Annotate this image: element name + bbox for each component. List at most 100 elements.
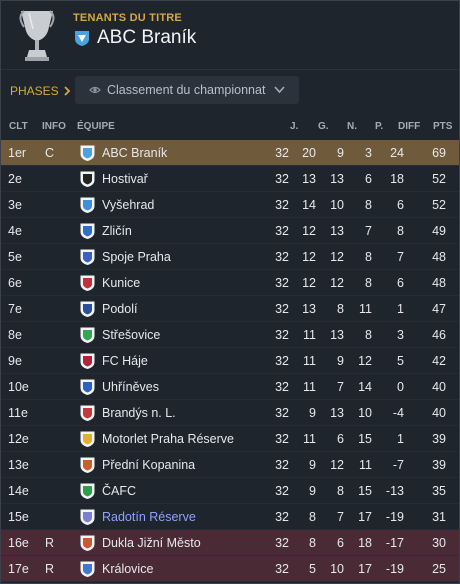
- stage-dropdown[interactable]: Classement du championnat: [75, 76, 299, 104]
- row-team-name[interactable]: Podolí: [102, 302, 137, 316]
- row-position: 7e: [8, 302, 22, 316]
- col-pos[interactable]: CLT: [9, 121, 28, 132]
- row-team-name[interactable]: Zličín: [102, 224, 132, 238]
- row-position: 16e: [8, 536, 29, 550]
- row-team-name[interactable]: ABC Braník: [102, 146, 167, 160]
- table-row[interactable]: 8e Střešovice 32 11 13 8 3 46: [1, 322, 459, 348]
- row-drawn: 12: [330, 458, 344, 472]
- row-pts: 49: [432, 224, 446, 238]
- table-row[interactable]: 2e Hostivař 32 13 13 6 18 52: [1, 166, 459, 192]
- row-position: 6e: [8, 276, 22, 290]
- row-drawn: 6: [337, 432, 344, 446]
- row-diff: 6: [397, 198, 404, 212]
- table-row[interactable]: 3e Vyšehrad 32 14 10 8 6 52: [1, 192, 459, 218]
- row-played: 32: [275, 432, 289, 446]
- row-lost: 10: [358, 406, 372, 420]
- col-played[interactable]: J.: [290, 121, 298, 132]
- row-team-name[interactable]: Kunice: [102, 276, 140, 290]
- row-team-name[interactable]: ČAFC: [102, 484, 136, 498]
- team-crest-icon: [80, 561, 95, 577]
- row-won: 11: [303, 328, 316, 342]
- col-diff[interactable]: DIFF: [398, 121, 420, 132]
- table-row[interactable]: 13e Přední Kopanina 32 9 12 11 -7 39: [1, 452, 459, 478]
- row-info: R: [45, 536, 55, 550]
- table-row[interactable]: 16e R Dukla Jižní Město 32 8 6 18 -17 30: [1, 530, 459, 556]
- row-team-name[interactable]: Královice: [102, 562, 153, 576]
- table-row[interactable]: 11e Brandýs n. L. 32 9 13 10 -4 40: [1, 400, 459, 426]
- table-row[interactable]: 1er C ABC Braník 32 20 9 3 24 69: [1, 140, 459, 166]
- table-row[interactable]: 12e Motorlet Praha Réserve 32 11 6 15 1 39: [1, 426, 459, 452]
- row-drawn: 13: [330, 224, 344, 238]
- row-team-name[interactable]: Motorlet Praha Réserve: [102, 432, 234, 446]
- row-diff: 8: [397, 224, 404, 238]
- table-row[interactable]: 14e ČAFC 32 9 8 15 -13 35: [1, 478, 459, 504]
- team-crest-icon: [80, 275, 95, 291]
- row-drawn: 13: [330, 172, 344, 186]
- table-row[interactable]: 17e R Královice 32 5 10 17 -19 25: [1, 556, 459, 582]
- row-drawn: 9: [337, 354, 344, 368]
- toolbar: PHASES Classement du championnat: [1, 69, 459, 109]
- row-team-name[interactable]: Brandýs n. L.: [102, 406, 176, 420]
- row-team-name[interactable]: Hostivař: [102, 172, 148, 186]
- row-lost: 11: [359, 302, 372, 316]
- row-played: 32: [275, 198, 289, 212]
- row-drawn: 12: [330, 250, 344, 264]
- row-team-name[interactable]: Uhříněves: [102, 380, 159, 394]
- row-team-name[interactable]: Střešovice: [102, 328, 160, 342]
- col-info[interactable]: INFO: [42, 121, 66, 132]
- col-won[interactable]: G.: [318, 121, 329, 132]
- col-lost[interactable]: P.: [375, 121, 383, 132]
- team-crest-icon: [80, 301, 95, 317]
- row-info: C: [45, 146, 55, 160]
- row-pts: 30: [432, 536, 446, 550]
- table-row[interactable]: 5e Spoje Praha 32 12 12 8 7 48: [1, 244, 459, 270]
- row-lost: 15: [358, 484, 372, 498]
- row-played: 32: [275, 250, 289, 264]
- row-lost: 17: [358, 562, 372, 576]
- row-position: 2e: [8, 172, 22, 186]
- team-crest-icon: [80, 353, 95, 369]
- table-row[interactable]: 4e Zličín 32 12 13 7 8 49: [1, 218, 459, 244]
- row-lost: 18: [358, 536, 372, 550]
- row-position: 8e: [8, 328, 22, 342]
- row-team-name[interactable]: Dukla Jižní Město: [102, 536, 201, 550]
- row-drawn: 7: [337, 510, 344, 524]
- row-diff: -4: [392, 406, 404, 420]
- row-diff: 1: [397, 302, 404, 316]
- row-lost: 14: [358, 380, 372, 394]
- table-row[interactable]: 15e Radotín Réserve 32 8 7 17 -19 31: [1, 504, 459, 530]
- row-played: 32: [275, 146, 289, 160]
- row-team-name[interactable]: FC Háje: [102, 354, 148, 368]
- table-row[interactable]: 10e Uhříněves 32 11 7 14 0 40: [1, 374, 459, 400]
- row-team-name[interactable]: Vyšehrad: [102, 198, 154, 212]
- row-won: 12: [302, 250, 316, 264]
- row-position: 3e: [8, 198, 22, 212]
- row-team-name[interactable]: Radotín Réserve: [102, 510, 196, 524]
- col-team[interactable]: ÉQUIPE: [77, 121, 115, 132]
- table-row[interactable]: 6e Kunice 32 12 12 8 6 48: [1, 270, 459, 296]
- col-pts[interactable]: PTS: [433, 121, 452, 132]
- col-drawn[interactable]: N.: [347, 121, 357, 132]
- table-row[interactable]: 9e FC Háje 32 11 9 12 5 42: [1, 348, 459, 374]
- title-holder-team[interactable]: ABC Braník: [73, 27, 196, 49]
- row-played: 32: [275, 302, 289, 316]
- row-pts: 48: [432, 250, 446, 264]
- row-drawn: 13: [330, 328, 344, 342]
- row-position: 5e: [8, 250, 22, 264]
- phases-button[interactable]: PHASES: [10, 84, 71, 98]
- row-lost: 3: [365, 146, 372, 160]
- row-played: 32: [275, 406, 289, 420]
- table-row[interactable]: 7e Podolí 32 13 8 11 1 47: [1, 296, 459, 322]
- title-holder-label: TENANTS DU TITRE: [73, 12, 182, 24]
- row-pts: 40: [432, 406, 446, 420]
- team-crest-icon: [80, 405, 95, 421]
- row-drawn: 6: [337, 536, 344, 550]
- row-pts: 39: [432, 432, 446, 446]
- row-team-name[interactable]: Spoje Praha: [102, 250, 171, 264]
- row-team-name[interactable]: Přední Kopanina: [102, 458, 195, 472]
- row-won: 11: [303, 354, 316, 368]
- row-position: 11e: [8, 406, 28, 420]
- row-played: 32: [275, 510, 289, 524]
- row-played: 32: [275, 562, 289, 576]
- row-drawn: 10: [330, 198, 344, 212]
